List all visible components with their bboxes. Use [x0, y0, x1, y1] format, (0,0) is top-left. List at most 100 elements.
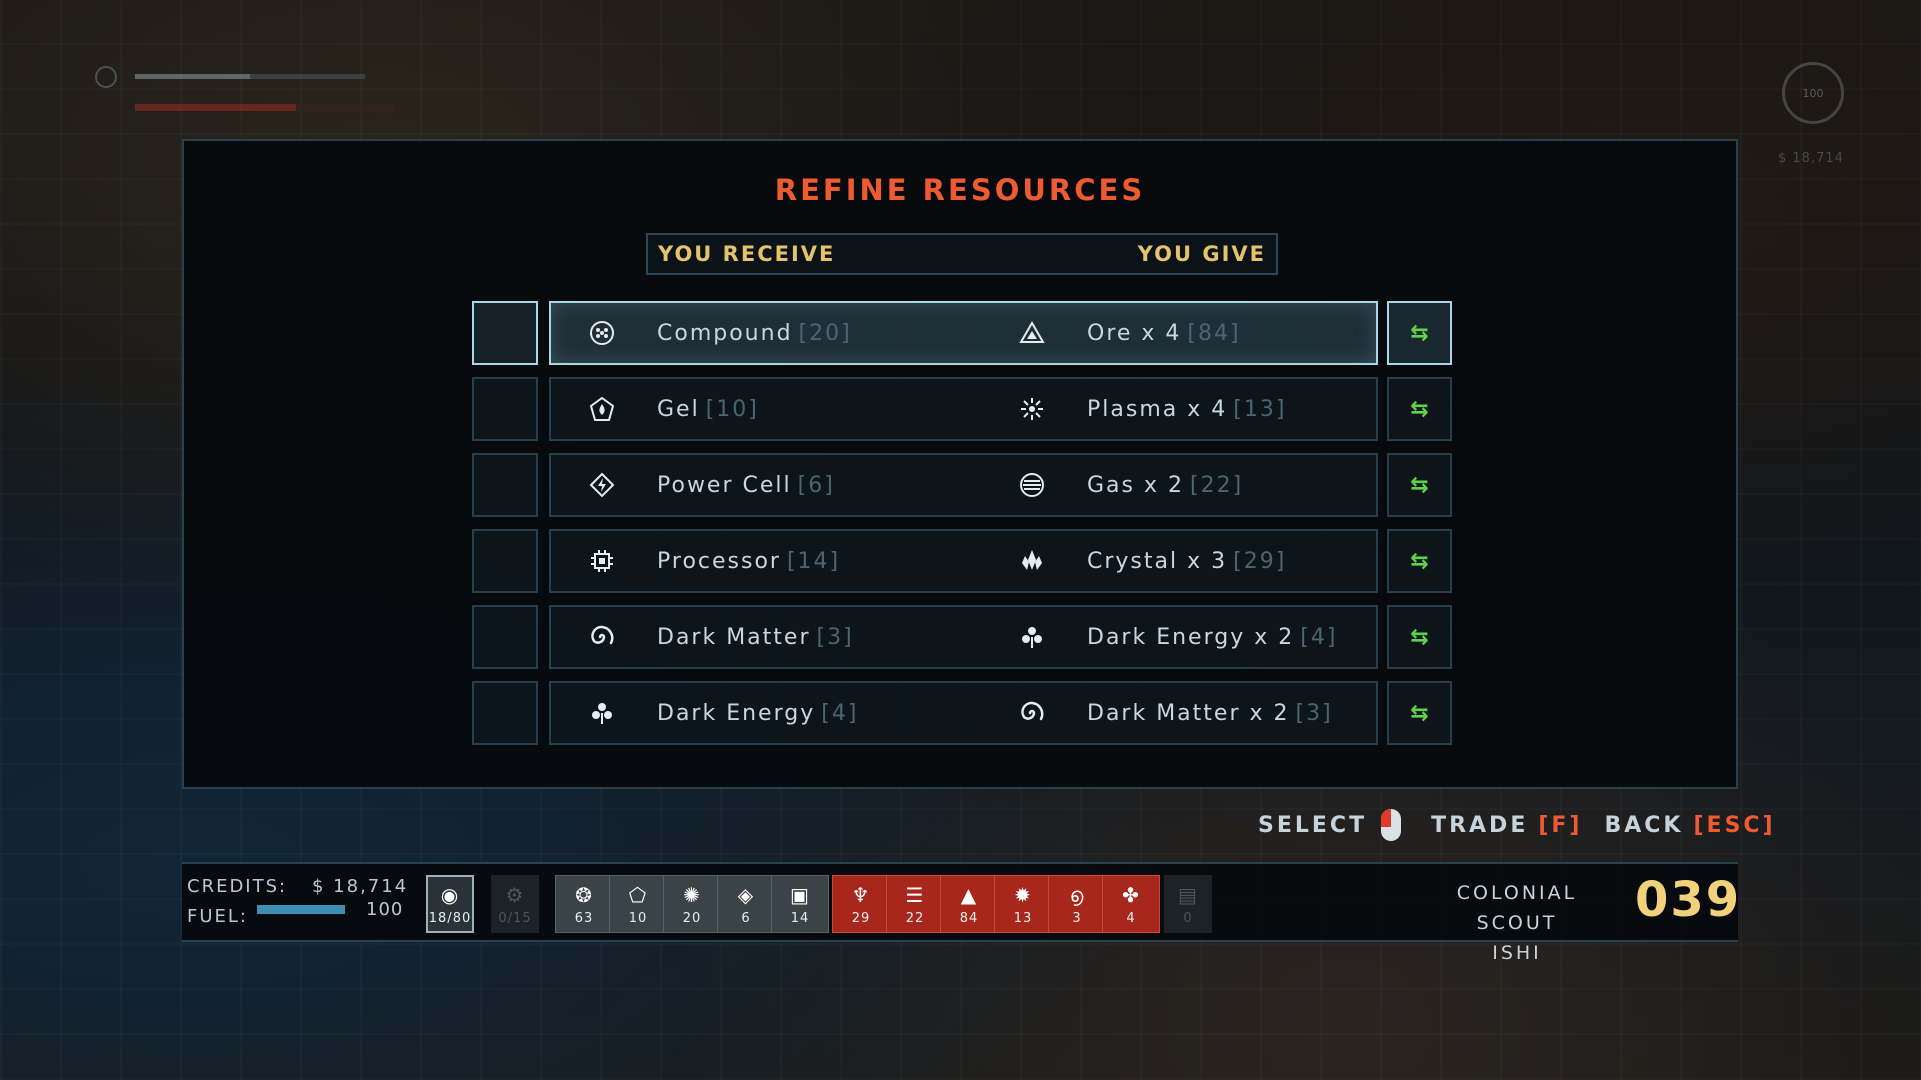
recipe-main[interactable]: Gel [10] Plasma x 4 [13]	[549, 377, 1378, 441]
ore-icon: ▲	[960, 882, 978, 907]
swap-arrows-icon: ⇆	[1410, 700, 1429, 726]
swap-arrows-icon: ⇆	[1410, 472, 1429, 498]
select-hint: SELECT	[1258, 812, 1368, 838]
hud-credits: $ 18,714	[1778, 151, 1844, 166]
trade-button[interactable]: ⇆	[1387, 529, 1452, 593]
recipe-list: Compound [20] Ore x 4 [84] ⇆ Gel [10] Plasm…	[472, 301, 1452, 757]
inventory-slot: ✹ 13	[994, 875, 1052, 933]
back-key[interactable]: [ESC]	[1693, 813, 1775, 838]
recipe-select-box[interactable]	[472, 377, 538, 441]
recipe-main[interactable]: Power Cell [6] Gas x 2 [22]	[549, 453, 1378, 517]
trade-button[interactable]: ⇆	[1387, 377, 1452, 441]
recipe-main[interactable]: Dark Energy [4] Dark Matter x 2 [3]	[549, 681, 1378, 745]
inventory-count: 14	[790, 910, 810, 926]
compound-icon: ✺	[683, 882, 701, 907]
trade-hint[interactable]: TRADE	[1431, 813, 1528, 838]
receive-label: Dark Energy [4]	[657, 701, 859, 726]
inventory-slot: ▤ 0	[1164, 875, 1212, 933]
ship-class: COLONIAL SCOUT	[1456, 882, 1578, 934]
back-hint[interactable]: BACK	[1604, 813, 1683, 838]
swap-arrows-icon: ⇆	[1410, 396, 1429, 422]
give-label: Dark Matter x 2 [3]	[1087, 701, 1333, 726]
recipe-row-power-cell[interactable]: Power Cell [6] Gas x 2 [22] ⇆	[472, 453, 1452, 517]
fuel-value: 100	[366, 899, 404, 920]
inventory-count: 63	[574, 910, 594, 926]
header-you-receive: YOU RECEIVE	[658, 242, 836, 266]
inventory-slot: ◉ 18/80	[426, 875, 474, 933]
recipe-row-dark-matter[interactable]: Dark Matter [3] Dark Energy x 2 [4] ⇆	[472, 605, 1452, 669]
recipe-select-box[interactable]	[472, 529, 538, 593]
dark-matter-icon	[1018, 699, 1046, 727]
processor-icon: ▣	[790, 882, 810, 907]
inventory-count: 4	[1126, 910, 1136, 926]
inventory-slot: ❂ 63	[555, 875, 613, 933]
recipe-main[interactable]: Compound [20] Ore x 4 [84]	[549, 301, 1378, 365]
ship-health-hud	[95, 62, 395, 122]
inventory-slot: ✤ 4	[1102, 875, 1160, 933]
crystal-icon	[1018, 547, 1046, 575]
recipe-row-gel[interactable]: Gel [10] Plasma x 4 [13] ⇆	[472, 377, 1452, 441]
processor-icon	[588, 547, 616, 575]
give-label: Crystal x 3 [29]	[1087, 549, 1287, 574]
compound-icon	[588, 319, 616, 347]
inventory-slot: ⬠ 10	[609, 875, 667, 933]
inventory-slot: ☰ 22	[886, 875, 944, 933]
trade-key[interactable]: [F]	[1538, 813, 1582, 838]
inventory-slot: ♆ 29	[832, 875, 890, 933]
dark-energy-icon	[588, 699, 616, 727]
inventory-slot: ◈ 6	[717, 875, 775, 933]
dark-energy-icon: ✤	[1122, 882, 1140, 907]
trade-button[interactable]: ⇆	[1387, 453, 1452, 517]
power-cell-icon: ◈	[737, 882, 755, 907]
recipe-main[interactable]: Processor [14] Crystal x 3 [29]	[549, 529, 1378, 593]
inventory-count: 84	[959, 910, 979, 926]
mouse-left-click-icon	[1381, 809, 1402, 841]
plasma-icon	[1018, 395, 1046, 423]
recipe-row-processor[interactable]: Processor [14] Crystal x 3 [29] ⇆	[472, 529, 1452, 593]
cargo-icon: ◉	[440, 882, 460, 907]
crystal-icon: ♆	[851, 882, 871, 907]
control-hints: SELECT TRADE [F] BACK [ESC]	[1258, 809, 1798, 841]
fuel-bar-fill	[257, 905, 345, 914]
credits-label: CREDITS:	[187, 876, 288, 897]
recipe-main[interactable]: Dark Matter [3] Dark Energy x 2 [4]	[549, 605, 1378, 669]
hull-bar	[135, 104, 395, 111]
column-header: YOU RECEIVE YOU GIVE	[646, 233, 1278, 275]
give-label: Plasma x 4 [13]	[1087, 397, 1287, 422]
inventory-slot: ൭3	[1048, 875, 1106, 933]
upgrade-icon: ⚙	[505, 882, 525, 907]
recipe-row-compound[interactable]: Compound [20] Ore x 4 [84] ⇆	[472, 301, 1452, 365]
inventory-count: 20	[682, 910, 702, 926]
receive-label: Dark Matter [3]	[657, 625, 854, 650]
credits-fuel-block: CREDITS: $ 18,714 FUEL:	[187, 876, 406, 927]
target-reticle-icon	[95, 66, 117, 88]
receive-label: Compound [20]	[657, 321, 852, 346]
parts-icon: ❂	[575, 882, 593, 907]
shield-bar	[135, 74, 365, 79]
blueprint-icon: ▤	[1178, 882, 1198, 907]
inventory-count: 0	[1183, 910, 1193, 926]
trade-button[interactable]: ⇆	[1387, 605, 1452, 669]
inventory-count: 18/80	[428, 910, 472, 926]
gel-icon	[588, 395, 616, 423]
recipe-select-box[interactable]	[472, 453, 538, 517]
recipe-select-box[interactable]	[472, 301, 538, 365]
recipe-row-dark-energy[interactable]: Dark Energy [4] Dark Matter x 2 [3] ⇆	[472, 681, 1452, 745]
inventory-slot: ✺ 20	[663, 875, 721, 933]
recipe-select-box[interactable]	[472, 681, 538, 745]
gel-icon: ⬠	[628, 882, 648, 907]
inventory-slot: ▲ 84	[940, 875, 998, 933]
radar-indicator: 100	[1782, 62, 1844, 124]
inventory-count: 13	[1013, 910, 1033, 926]
trade-button[interactable]: ⇆	[1387, 681, 1452, 745]
recipe-select-box[interactable]	[472, 605, 538, 669]
power-cell-icon	[588, 471, 616, 499]
ore-icon	[1018, 319, 1046, 347]
swap-arrows-icon: ⇆	[1410, 624, 1429, 650]
fuel-bar	[257, 905, 345, 914]
dark-matter-icon: ൭	[1069, 882, 1085, 907]
credits-value: $ 18,714	[312, 876, 409, 897]
inventory-count: 22	[905, 910, 925, 926]
give-label: Gas x 2 [22]	[1087, 473, 1244, 498]
trade-button[interactable]: ⇆	[1387, 301, 1452, 365]
